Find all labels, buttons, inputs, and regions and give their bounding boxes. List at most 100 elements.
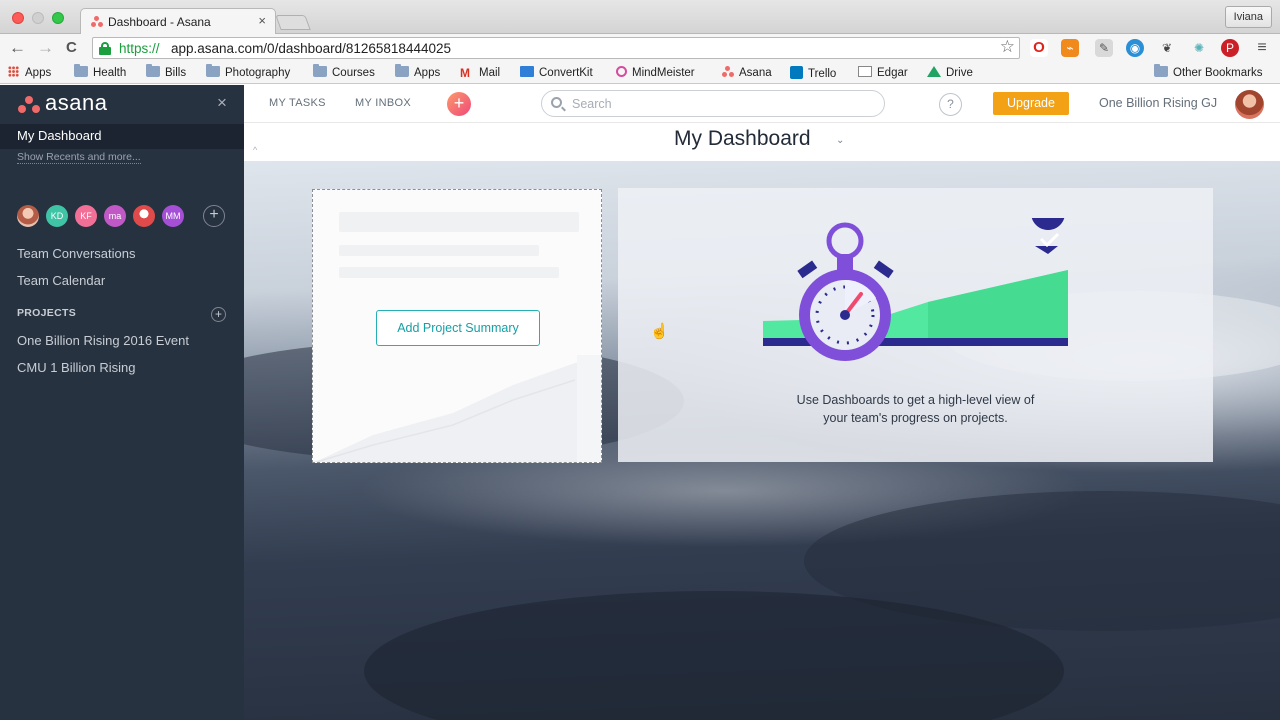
envelope-icon bbox=[520, 66, 534, 77]
bookmark-edgar[interactable]: Edgar bbox=[858, 66, 908, 79]
window-minimize-button[interactable] bbox=[32, 12, 44, 24]
user-avatar[interactable] bbox=[1235, 90, 1264, 119]
dashboard-background: Add Project Summary Use Dashboards to ge… bbox=[244, 161, 1280, 720]
browser-menu-icon[interactable]: ≡ bbox=[1253, 39, 1271, 57]
bookmark-health[interactable]: Health bbox=[74, 64, 126, 79]
sidebar-item-team-calendar[interactable]: Team Calendar bbox=[17, 273, 105, 288]
my-inbox-link[interactable]: MY INBOX bbox=[355, 97, 411, 109]
folder-icon bbox=[146, 64, 160, 77]
skeleton-line bbox=[339, 245, 539, 256]
window-close-button[interactable] bbox=[12, 12, 24, 24]
member-avatar[interactable]: ma bbox=[104, 205, 126, 227]
search-input[interactable]: Search bbox=[541, 90, 885, 117]
sidebar-item-team-conversations[interactable]: Team Conversations bbox=[17, 246, 136, 261]
organization-name[interactable]: One Billion Rising GJ bbox=[1099, 96, 1217, 110]
collapse-header-icon[interactable]: ^ bbox=[253, 145, 257, 155]
lock-icon bbox=[99, 42, 111, 55]
add-project-summary-button[interactable]: Add Project Summary bbox=[376, 310, 540, 346]
bookmark-asana[interactable]: Asana bbox=[722, 66, 772, 79]
bookmark-star-icon[interactable]: ☆ bbox=[1000, 37, 1015, 57]
back-arrow-icon[interactable]: ← bbox=[9, 38, 26, 58]
pinterest-extension-icon[interactable]: P bbox=[1221, 39, 1239, 57]
bookmark-trello[interactable]: Trello bbox=[790, 66, 836, 80]
sidebar-item-project[interactable]: One Billion Rising 2016 Event bbox=[17, 333, 189, 348]
promo-line: Use Dashboards to get a high-level view … bbox=[796, 393, 1035, 407]
tab-title: Dashboard - Asana bbox=[108, 15, 211, 29]
forward-arrow-icon[interactable]: → bbox=[37, 38, 54, 58]
search-placeholder: Search bbox=[572, 97, 612, 111]
folder-icon bbox=[313, 64, 327, 77]
member-avatar[interactable] bbox=[133, 205, 155, 227]
search-icon bbox=[551, 97, 562, 108]
my-tasks-link[interactable]: MY TASKS bbox=[269, 97, 326, 109]
member-avatar[interactable]: MM bbox=[162, 205, 184, 227]
analytics-extension-icon[interactable]: ⌁ bbox=[1061, 39, 1079, 57]
opera-extension-icon[interactable]: O bbox=[1030, 39, 1048, 57]
bookmark-drive[interactable]: Drive bbox=[927, 66, 973, 79]
reload-icon[interactable]: C bbox=[66, 38, 77, 58]
eye-extension-icon[interactable]: ◉ bbox=[1126, 39, 1144, 57]
bookmark-mindmeister[interactable]: MindMeister bbox=[616, 66, 695, 79]
chevron-down-icon[interactable]: ⌄ bbox=[836, 135, 844, 146]
browser-titlebar: Dashboard - Asana × Iviana bbox=[0, 0, 1280, 35]
bookmark-apps[interactable]: Apps bbox=[8, 66, 51, 79]
folder-icon bbox=[206, 64, 220, 77]
apps-grid-icon bbox=[8, 66, 19, 77]
bookmarks-bar: Apps Health Bills Photography Courses Ap… bbox=[0, 62, 1280, 84]
sidebar-item-project[interactable]: CMU 1 Billion Rising bbox=[17, 360, 135, 375]
browser-profile-button[interactable]: Iviana bbox=[1224, 6, 1272, 28]
page-header: ^ My Dashboard ⌄ bbox=[244, 123, 1280, 161]
folder-icon bbox=[1154, 64, 1168, 77]
bookmark-photography[interactable]: Photography bbox=[206, 64, 290, 79]
promo-line: your team's progress on projects. bbox=[823, 411, 1008, 425]
member-avatar[interactable]: KF bbox=[75, 205, 97, 227]
close-sidebar-icon[interactable]: × bbox=[217, 93, 227, 113]
top-bar: MY TASKS MY INBOX + Search ? Upgrade One… bbox=[244, 85, 1280, 123]
placeholder-chart-graphic bbox=[313, 355, 601, 462]
bookmark-apps-folder[interactable]: Apps bbox=[395, 64, 440, 79]
bookmark-convertkit[interactable]: ConvertKit bbox=[520, 66, 593, 79]
dashboards-promo-card: Use Dashboards to get a high-level view … bbox=[618, 188, 1213, 462]
gmail-icon: M bbox=[460, 66, 470, 80]
add-member-button[interactable]: + bbox=[203, 205, 225, 227]
show-recents-link[interactable]: Show Recents and more... bbox=[17, 151, 141, 164]
member-avatar[interactable] bbox=[17, 205, 39, 227]
google-drive-icon bbox=[927, 66, 941, 77]
url-scheme: https:// bbox=[119, 41, 160, 56]
browser-tab-active[interactable]: Dashboard - Asana × bbox=[80, 8, 276, 35]
evernote-extension-icon[interactable]: ❦ bbox=[1158, 39, 1176, 57]
member-avatar[interactable]: KD bbox=[46, 205, 68, 227]
sidebar: asana × My Dashboard Show Recents and mo… bbox=[0, 85, 244, 720]
add-project-button[interactable]: + bbox=[211, 307, 226, 322]
window-maximize-button[interactable] bbox=[52, 12, 64, 24]
bookmark-courses[interactable]: Courses bbox=[313, 64, 375, 79]
skeleton-line bbox=[339, 212, 579, 232]
bookmark-mail[interactable]: M Mail bbox=[460, 66, 500, 80]
new-tab-button[interactable] bbox=[275, 15, 311, 30]
mindmeister-icon bbox=[616, 66, 627, 77]
upgrade-button[interactable]: Upgrade bbox=[993, 92, 1069, 115]
sidebar-item-my-dashboard[interactable]: My Dashboard bbox=[0, 124, 244, 149]
url-path: app.asana.com/0/dashboard/81265818444025 bbox=[171, 41, 451, 56]
octopus-extension-icon[interactable]: ✺ bbox=[1190, 39, 1208, 57]
page-title: My Dashboard bbox=[674, 127, 811, 150]
bookmark-bills[interactable]: Bills bbox=[146, 64, 186, 79]
asana-favicon-icon bbox=[91, 16, 103, 28]
bookmark-other[interactable]: Other Bookmarks bbox=[1154, 64, 1262, 79]
skeleton-line bbox=[339, 267, 559, 278]
folder-icon bbox=[395, 64, 409, 77]
project-summary-placeholder: Add Project Summary bbox=[312, 189, 602, 463]
dashboards-promo-text: Use Dashboards to get a high-level view … bbox=[618, 391, 1213, 427]
hand-cursor-icon: ☝ bbox=[650, 323, 669, 340]
asana-logo-icon bbox=[18, 96, 40, 114]
folder-icon bbox=[74, 64, 88, 77]
projects-heading: PROJECTS bbox=[17, 307, 76, 319]
address-bar[interactable]: https:// app.asana.com/0/dashboard/81265… bbox=[92, 37, 1020, 59]
edgar-icon bbox=[858, 66, 872, 77]
tools-extension-icon[interactable]: ✎ bbox=[1095, 39, 1113, 57]
quick-add-button[interactable]: + bbox=[447, 92, 471, 116]
trello-icon bbox=[790, 66, 803, 79]
tab-close-icon[interactable]: × bbox=[258, 13, 266, 28]
stopwatch-progress-illustration bbox=[763, 218, 1068, 361]
help-button[interactable]: ? bbox=[939, 93, 962, 116]
